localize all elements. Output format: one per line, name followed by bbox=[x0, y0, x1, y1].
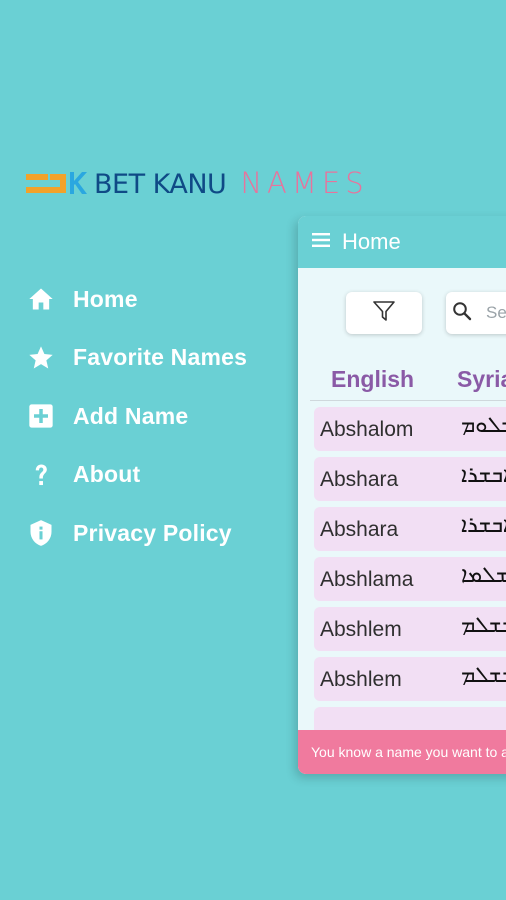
name-english: Abshara bbox=[320, 518, 399, 541]
name-english: Abshlem bbox=[320, 668, 402, 691]
name-syriac: ܐܒܫܠܘܡ bbox=[461, 413, 506, 438]
menu-item-about[interactable]: About bbox=[26, 446, 247, 505]
search-placeholder: Se bbox=[486, 303, 506, 322]
name-english: Abshlem bbox=[320, 618, 402, 641]
app-preview-panel: Home Se English Syria Abshalom ܐܒܫܠܘܡ Ab… bbox=[298, 216, 506, 774]
menu-item-favorite-names[interactable]: Favorite Names bbox=[26, 329, 247, 388]
app-bar-title: Home bbox=[342, 229, 401, 254]
app-logo: BET KANU NAMES bbox=[26, 166, 369, 200]
add-name-banner-text: You know a name you want to add? bbox=[311, 744, 506, 760]
menu-item-label: Add Name bbox=[73, 402, 189, 429]
filter-icon bbox=[372, 299, 396, 328]
list-item[interactable]: Abshlem ܐܒܫܠܡ bbox=[314, 607, 506, 651]
list-item[interactable]: Abshlem ܐܒܫܠܡ bbox=[314, 657, 506, 701]
search-icon bbox=[452, 301, 472, 326]
menu-item-add-name[interactable]: Add Name bbox=[26, 387, 247, 446]
name-english: Abshlama bbox=[320, 568, 414, 591]
name-syriac: ܐܒܫܪܐ bbox=[461, 463, 506, 488]
logo-product-text: NAMES bbox=[240, 166, 369, 200]
home-icon bbox=[26, 284, 56, 314]
column-header-english[interactable]: English bbox=[331, 366, 414, 393]
drawer-menu: Home Favorite Names Add Name About Priva… bbox=[26, 270, 247, 563]
menu-item-label: About bbox=[73, 461, 141, 488]
list-item[interactable]: Abshalom ܐܒܫܠܘܡ bbox=[314, 407, 506, 451]
add-name-banner[interactable]: You know a name you want to add? bbox=[298, 730, 506, 774]
name-syriac: ܐܒܫܠܡܐ bbox=[461, 563, 506, 588]
menu-item-privacy-policy[interactable]: Privacy Policy bbox=[26, 504, 247, 563]
shield-icon bbox=[26, 518, 56, 548]
name-syriac: ܐܒܫܠܡ bbox=[461, 663, 506, 688]
menu-item-label: Privacy Policy bbox=[73, 519, 232, 546]
search-input[interactable]: Se bbox=[446, 292, 506, 334]
filter-button[interactable] bbox=[346, 292, 422, 334]
app-bar: Home bbox=[298, 216, 506, 268]
logo-mark-icon bbox=[26, 166, 90, 200]
menu-item-label: Home bbox=[73, 285, 138, 312]
menu-item-label: Favorite Names bbox=[73, 344, 248, 371]
name-english: Abshara bbox=[320, 468, 399, 491]
names-list: Abshalom ܐܒܫܠܘܡ Abshara ܐܒܫܪܐ Abshara ܐܒ… bbox=[314, 407, 506, 757]
add-box-icon bbox=[26, 401, 56, 431]
name-syriac: ܐܒܫܠܡ bbox=[461, 613, 506, 638]
header-divider bbox=[310, 400, 506, 401]
menu-item-home[interactable]: Home bbox=[26, 270, 247, 329]
hamburger-menu-icon[interactable] bbox=[312, 232, 330, 252]
star-icon bbox=[26, 343, 56, 373]
names-list-area: Se English Syria Abshalom ܐܒܫܠܘܡ Abshara… bbox=[298, 268, 506, 751]
question-icon bbox=[26, 460, 56, 490]
name-syriac: ܐܒܫܪܐ bbox=[461, 513, 506, 538]
list-item[interactable]: Abshlama ܐܒܫܠܡܐ bbox=[314, 557, 506, 601]
logo-brand-text: BET KANU bbox=[94, 169, 227, 200]
name-english: Abshalom bbox=[320, 418, 414, 441]
column-header-syriac[interactable]: Syria bbox=[457, 366, 506, 393]
list-item[interactable]: Abshara ܐܒܫܪܐ bbox=[314, 507, 506, 551]
list-item[interactable]: Abshara ܐܒܫܪܐ bbox=[314, 457, 506, 501]
